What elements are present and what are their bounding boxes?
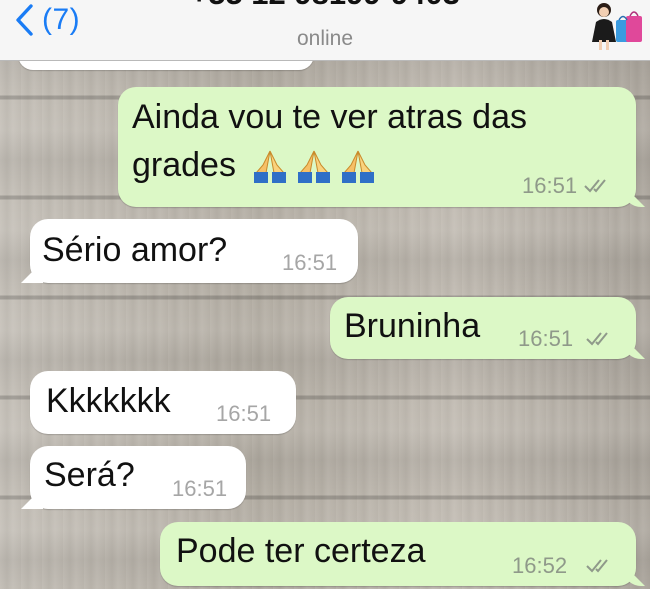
message-text: grades (132, 143, 377, 187)
message-text: Kkkkkkk (46, 382, 171, 420)
message-timestamp: 16:51 (172, 476, 228, 501)
message-bubble-incoming[interactable]: Será? 16:51 (30, 446, 246, 509)
message-timestamp: 16:51 (282, 250, 338, 275)
message-timestamp: 16:52 (512, 553, 568, 578)
message-bubble-outgoing[interactable]: Ainda vou te ver atras das grades 16:51 (118, 87, 636, 207)
double-check-icon (584, 179, 606, 193)
double-check-icon (586, 559, 608, 573)
double-check-icon (586, 332, 608, 346)
message-bubble-outgoing[interactable]: Bruninha 16:51 (330, 297, 636, 359)
avatar[interactable] (582, 0, 644, 52)
message-timestamp: 16:51 (518, 326, 574, 351)
message-timestamp: 16:51 (522, 173, 578, 198)
folded-hands-icon (254, 150, 287, 184)
message-text: Será? (44, 456, 135, 494)
folded-hands-icon (342, 150, 375, 184)
contact-name[interactable]: +55 12 98199-9403 (0, 0, 650, 12)
message-bubble-outgoing[interactable]: Pode ter certeza 16:52 (160, 522, 636, 586)
message-text: Sério amor? (42, 231, 228, 269)
message-bubble-incoming[interactable]: Sério amor? 16:51 (30, 219, 358, 283)
chat-header: (7) +55 12 98199-9403 online (0, 0, 650, 61)
message-text: Ainda vou te ver atras das (132, 98, 528, 136)
message-text: Pode ter certeza (176, 532, 426, 570)
message-timestamp: 16:51 (216, 401, 272, 426)
contact-status: online (296, 27, 354, 50)
message-bubble-incoming[interactable]: Kkkkkkk 16:51 (30, 371, 296, 434)
message-text: Bruninha (344, 307, 481, 345)
folded-hands-emoji-group (251, 149, 377, 185)
folded-hands-icon (298, 150, 331, 184)
